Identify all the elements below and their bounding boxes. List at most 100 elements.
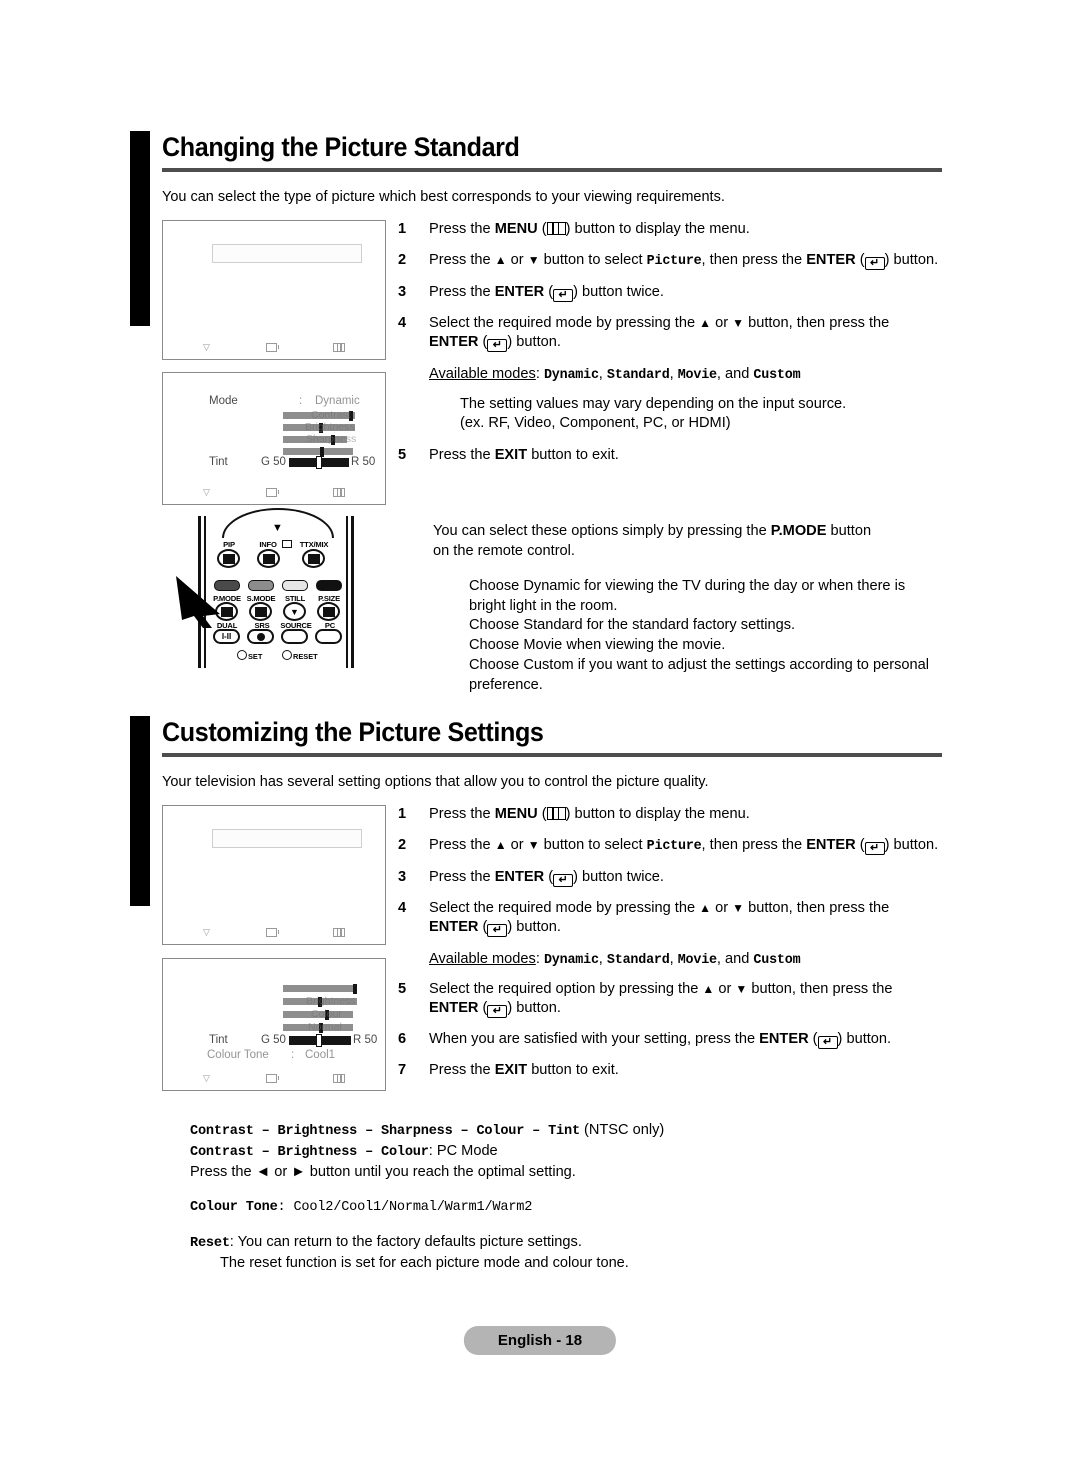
step-text-b: or [711,900,733,917]
osd-hint-row-1: ▽ [163,343,385,352]
reset-circle-icon [282,650,292,660]
enter-keyword: ENTER [494,868,545,885]
up-arrow-icon [699,900,711,916]
slider-tint [289,457,349,468]
enter-keyword: ENTER [806,252,856,269]
step-number: 7 [398,1062,407,1079]
enter-keyword: ENTER [429,334,479,351]
available-modes-values: : Dynamic, Standard, Movie, and Custom [535,365,801,383]
p-size-button[interactable] [317,602,340,621]
menu-icon [332,343,345,352]
menu-mode-label: Mode [209,395,238,407]
menu-placeholder-bar [212,829,362,848]
step-text-d: ) button. [507,334,561,351]
reset-label: Reset [190,1235,230,1251]
step-number: 5 [398,447,407,464]
menu-tint-left: G 50 [261,1034,286,1046]
menu-colour-tone-label: Colour Tone [207,1049,269,1061]
step-text-c: button to select [539,837,647,854]
section2-heading-block: Customizing the Picture Settings [162,718,942,758]
enter-icon [265,928,279,937]
ttx-mix-button[interactable] [302,549,325,568]
step-text: Press the MENU () button to display the … [429,221,750,237]
step-text: When you are satisfied with your setting… [429,1031,892,1050]
info-button-label: INFO [259,540,277,549]
step-number: 6 [398,1031,407,1048]
step-text-a: Press the [429,837,495,854]
choose-line-3: Choose Standard for the standard factory… [469,617,796,634]
srs-button[interactable] [247,629,274,644]
step-4: 4 Select the required mode by pressing t… [398,899,946,938]
step-number: 3 [398,868,407,885]
enter-icon: ↵ [487,339,508,353]
step-text-d: , then press the [701,837,807,854]
step-4: 4 Select the required mode by pressing t… [398,314,946,353]
source-button[interactable] [281,629,308,644]
pip-glyph-icon [222,553,235,564]
subnote-line-2: (ex. RF, Video, Component, PC, or HDMI) [460,415,731,432]
step-text-e: ) button. [884,837,939,854]
menu-placeholder-bar [212,244,362,263]
manual-page: Changing the Picture Standard You can se… [0,0,1080,1474]
left-arrow-icon: ◄ [255,1164,271,1181]
enter-icon [265,488,279,497]
enter-icon: ↵ [864,257,885,271]
menu-tint-label: Tint [209,1034,228,1046]
p-size-colour-key[interactable] [316,580,342,591]
reset-subtext: The reset function is set for each pictu… [220,1254,629,1271]
osd-hint-row-4: ▽ [163,1074,385,1083]
menu-icon [546,222,566,235]
note-text-a: Press the [190,1164,256,1181]
step-text-d: , then press the [701,252,807,269]
section1-steps: 1 Press the MENU () button to display th… [398,220,946,477]
step-text-pre: Press the [429,221,495,237]
reset-button[interactable]: RESET [282,650,318,661]
enter-icon: ↵ [553,873,574,887]
enter-keyword: ENTER [429,999,479,1016]
slider-knob [320,446,324,457]
step-text: Press the ENTER (↵) button twice. [429,868,664,887]
step-text-d: ) button. [507,999,561,1016]
choose-line-1: Choose Dynamic for viewing the TV during… [469,577,906,594]
step-text-post: ) button to display the menu. [565,806,750,822]
set-button[interactable]: SET [237,650,262,661]
still-colour-key[interactable] [282,580,308,591]
dual-button[interactable]: I-II [213,629,240,644]
step-text-a: Press the [429,252,495,269]
step-number: 1 [398,806,407,822]
pc-button[interactable] [315,629,342,644]
exit-keyword: EXIT [494,1062,528,1079]
info-button[interactable] [257,549,280,568]
move-icon: ▽ [203,487,210,497]
srs-glyph-icon [256,632,265,641]
step-text: Press the or button to select Picture, t… [429,251,946,271]
pip-button[interactable] [217,549,240,568]
menu-keyword: MENU [494,806,538,822]
step-text-post: ) button twice. [573,868,664,885]
step-text-post: button to exit. [527,447,619,464]
step-text-pre: Press the [429,283,495,300]
s-mode-colour-key[interactable] [248,580,274,591]
step-text-pre: Press the [429,868,495,885]
still-button[interactable]: ▼ [283,602,306,621]
enter-keyword: ENTER [494,283,545,300]
slider-label-sharpness: Sharpness [306,433,357,445]
step-text-pre: Press the [429,447,495,464]
down-arrow-icon [732,315,744,331]
slider-label-contrast: Contrast [311,409,351,421]
enter-icon: ↵ [487,924,508,938]
setting-names-ntsc: Contrast – Brightness – Sharpness – Colo… [190,1124,580,1139]
pmode-line-1: You can select these options simply by p… [433,522,943,542]
step-6: 6 When you are satisfied with your setti… [398,1030,946,1050]
pmode-text-a: You can select these options simply by p… [433,523,771,539]
down-arrow-icon [732,900,744,916]
step-1: 1 Press the MENU () button to display th… [398,805,946,824]
choose-line-6: preference. [469,676,543,693]
choose-list: Choose Dynamic for viewing the TV during… [469,577,943,696]
s-mode-button[interactable] [249,602,272,621]
picture-keyword: Picture [646,839,702,855]
move-icon: ▽ [203,927,210,937]
slider-knob [317,1035,321,1046]
set-circle-icon [237,650,247,660]
step-2: 2 Press the or button to select Picture,… [398,836,946,856]
